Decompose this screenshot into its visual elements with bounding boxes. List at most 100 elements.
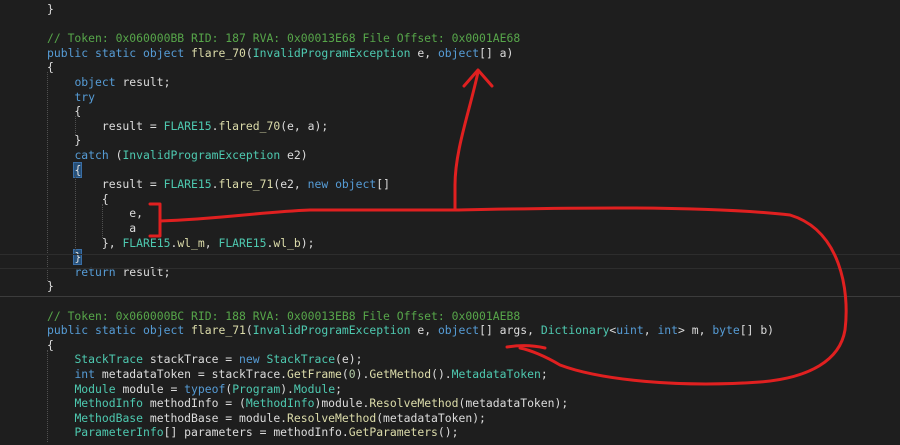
code-token: (metadataToken); [376, 410, 486, 425]
code-token: object [143, 45, 185, 60]
code-token: ). [280, 381, 294, 396]
code-line[interactable]: StackTrace stackTrace = new StackTrace(e… [0, 352, 900, 367]
code-token: // Token: 0x060000BC RID: 188 RVA: 0x000… [47, 308, 521, 323]
code-line[interactable]: MethodInfo methodInfo = (MethodInfo)modu… [0, 396, 900, 411]
code-line[interactable]: object result; [0, 75, 900, 90]
code-token: public [47, 45, 89, 60]
code-text: { [47, 192, 109, 207]
code-token: ( [108, 148, 123, 162]
code-line[interactable]: try [0, 90, 900, 105]
code-line[interactable]: result = FLARE15.flared_70(e, a); [0, 119, 900, 134]
code-token: MethodInfo [245, 396, 315, 411]
code-token: FLARE15 [122, 235, 171, 250]
code-token: [] args, [479, 323, 541, 338]
code-token: new [307, 177, 329, 192]
code-line[interactable]: Module module = typeof(Program).Module; [0, 382, 900, 397]
code-token: MethodInfo [74, 396, 144, 411]
code-line[interactable] [0, 17, 900, 32]
code-token: int [657, 323, 679, 338]
code-token: FLARE15 [163, 118, 212, 133]
code-line[interactable]: } [0, 133, 900, 148]
code-line[interactable]: result = FLARE15.flare_71(e2, new object… [0, 177, 900, 192]
code-line[interactable]: public static object flare_70(InvalidPro… [0, 46, 900, 61]
code-token: uint [616, 323, 644, 338]
code-line[interactable]: }, FLARE15.wl_m, FLARE15.wl_b); [0, 236, 900, 251]
code-line[interactable]: { [0, 161, 900, 178]
code-token: typeof [184, 381, 226, 396]
code-token: FLARE15 [218, 235, 267, 250]
code-token: MethodBase [74, 410, 144, 425]
code-text: } [47, 279, 54, 294]
code-line[interactable]: a [0, 221, 900, 236]
code-token: InvalidProgramException [252, 45, 411, 60]
code-token: public [47, 323, 89, 338]
code-token: ResolveMethod [287, 410, 377, 425]
code-line[interactable]: public static object flare_71(InvalidPro… [0, 323, 900, 338]
code-token: result; [115, 75, 171, 89]
code-line[interactable]: catch (InvalidProgramException e2) [0, 148, 900, 163]
code-token: ( [341, 367, 349, 381]
code-token: new [239, 352, 260, 367]
code-token: flare_70 [191, 45, 246, 60]
code-text: StackTrace stackTrace = new StackTrace(e… [47, 352, 362, 367]
code-line[interactable]: MethodBase methodBase = module.ResolveMe… [0, 411, 900, 426]
code-line[interactable]: return result; [0, 265, 900, 280]
code-text: // Token: 0x060000BB RID: 187 RVA: 0x000… [47, 31, 520, 46]
code-token: result = [47, 177, 164, 192]
code-line[interactable]: e, [0, 206, 900, 221]
code-token: flared_70 [218, 118, 281, 133]
code-text: } [47, 2, 54, 17]
code-line[interactable]: // Token: 0x060000BB RID: 187 RVA: 0x000… [0, 31, 900, 46]
code-text: MethodInfo methodInfo = (MethodInfo)modu… [47, 396, 568, 411]
code-token: , [643, 323, 658, 338]
code-token: { [47, 337, 54, 352]
code-line[interactable]: { [0, 104, 900, 119]
code-line[interactable]: } [0, 2, 900, 17]
code-token: object [437, 45, 480, 60]
code-line[interactable]: } [0, 249, 900, 266]
code-line[interactable]: ParameterInfo[] parameters = methodInfo.… [0, 425, 900, 440]
code-token: { [47, 60, 54, 75]
code-token: (metadataToken); [458, 396, 569, 411]
code-token: InvalidProgramException [122, 148, 281, 162]
code-text: { [47, 161, 83, 178]
code-line[interactable]: int metadataToken = stackTrace.GetFrame(… [0, 367, 900, 382]
code-token: object [437, 323, 480, 338]
code-token: static [95, 45, 137, 60]
code-token: metadataToken = stackTrace. [95, 367, 288, 381]
code-text: int metadataToken = stackTrace.GetFrame(… [47, 367, 547, 382]
code-token: e, [410, 323, 438, 338]
code-text: { [47, 60, 54, 75]
code-line[interactable]: { [0, 192, 900, 207]
code-text: } [47, 249, 83, 266]
code-token: return [74, 264, 116, 279]
code-line[interactable]: { [0, 60, 900, 75]
code-text: ParameterInfo[] parameters = methodInfo.… [47, 425, 458, 440]
code-token: StackTrace [74, 352, 144, 367]
code-token: stackTrace = [143, 352, 240, 367]
code-text: { [47, 104, 81, 119]
code-token: FLARE15 [163, 177, 212, 192]
code-token: e, [410, 45, 438, 60]
code-token: MetadataToken [451, 367, 541, 381]
code-token: }, [47, 235, 123, 250]
code-token: ). [355, 367, 370, 381]
code-token: wl_m [177, 235, 205, 250]
indent-guide [47, 349, 48, 442]
code-text: public static object flare_70(InvalidPro… [47, 46, 513, 61]
code-token: 0 [348, 367, 356, 381]
code-token: [] [376, 177, 390, 192]
code-text: { [47, 338, 54, 353]
code-editor[interactable]: } // Token: 0x060000BB RID: 187 RVA: 0x00… [0, 0, 900, 445]
code-line[interactable]: // Token: 0x060000BC RID: 188 RVA: 0x000… [0, 309, 900, 324]
code-token: (e, a); [280, 118, 329, 133]
code-text: MethodBase methodBase = module.ResolveMe… [47, 410, 486, 426]
code-token: [] a) [479, 45, 514, 60]
code-line[interactable]: { [0, 338, 900, 353]
code-token: (). [431, 367, 452, 381]
code-token: result; [115, 264, 171, 279]
code-line[interactable]: } [0, 279, 900, 294]
code-token: module = [115, 381, 185, 396]
